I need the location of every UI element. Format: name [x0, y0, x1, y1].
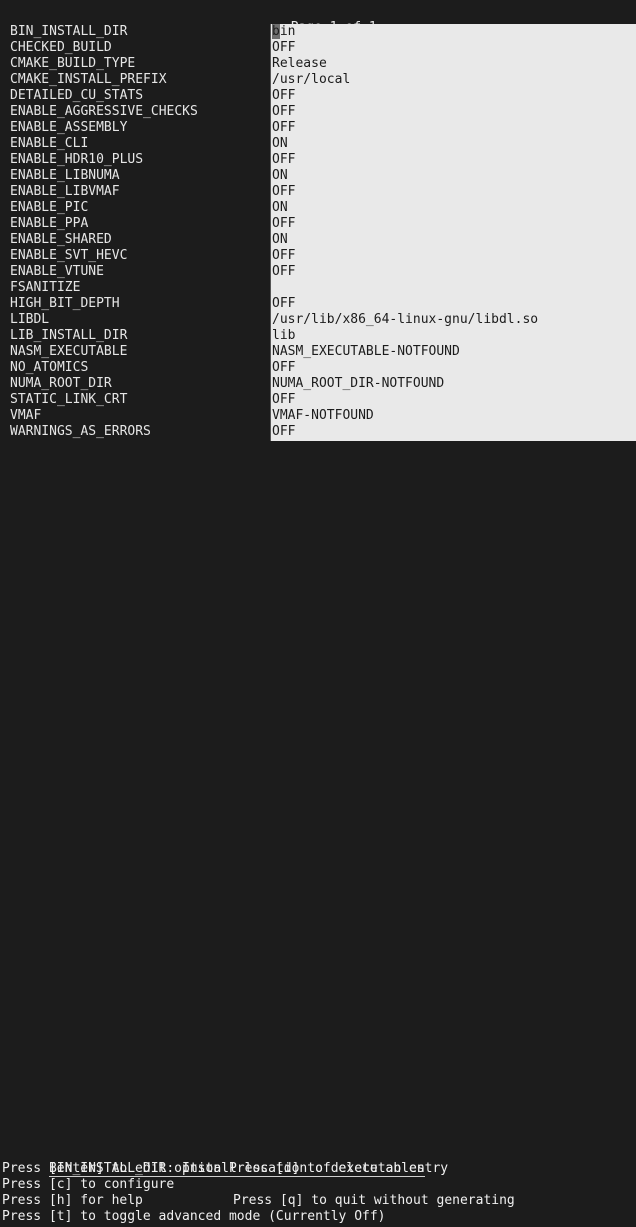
help-line: Press [c] to configure	[0, 1177, 636, 1193]
cache-entry-row[interactable]: WARNINGS_AS_ERRORS OFF	[0, 424, 636, 440]
cache-entry-name: FSANITIZE	[10, 280, 81, 295]
cache-rows: BIN_INSTALL_DIR bin CHECKED_BUILD OFF CMAKE_…	[0, 24, 636, 440]
cache-entry-name: LIBDL	[10, 312, 50, 327]
cache-entry-name: ENABLE_VTUNE	[10, 264, 104, 279]
cache-entry-value[interactable]: NASM_EXECUTABLE-NOTFOUND	[272, 344, 460, 360]
cache-entry-name: VMAF	[10, 408, 42, 423]
cache-entry-row[interactable]: STATIC_LINK_CRT OFF	[0, 392, 636, 408]
cache-entry-value[interactable]: OFF	[272, 264, 295, 280]
cache-entry-value-rest: in	[279, 24, 296, 39]
cache-entry-name: CMAKE_BUILD_TYPE	[10, 56, 136, 71]
cache-entry-row[interactable]: NO_ATOMICS OFF	[0, 360, 636, 376]
cache-entry-name: ENABLE_PPA	[10, 216, 89, 231]
help-line-left: Press [t] to toggle advanced mode (Curre…	[2, 1209, 386, 1224]
cache-entry-name: WARNINGS_AS_ERRORS	[10, 424, 151, 439]
cache-entry-name: ENABLE_ASSEMBLY	[10, 120, 128, 135]
cache-entry-list[interactable]: BIN_INSTALL_DIR bin CHECKED_BUILD OFF CMAKE_…	[0, 24, 636, 442]
cache-entry-name: STATIC_LINK_CRT	[10, 392, 128, 407]
cache-entry-row[interactable]: CMAKE_BUILD_TYPE Release	[0, 56, 636, 72]
cache-entry-value[interactable]: ON	[272, 168, 288, 184]
cache-entry-value[interactable]: lib	[272, 328, 295, 344]
status-line: BIN_INSTALL_DIR: Install location of exe…	[0, 1145, 636, 1177]
cache-entry-row[interactable]: CHECKED_BUILD OFF	[0, 40, 636, 56]
help-lines: Press [enter] to edit option Press [d] t…	[0, 1161, 636, 1225]
cache-entry-value[interactable]: OFF	[272, 424, 295, 440]
cache-entry-value[interactable]: OFF	[272, 120, 295, 136]
cache-entry-value[interactable]: OFF	[272, 360, 295, 376]
cache-entry-value[interactable]: OFF	[272, 152, 295, 168]
cache-entry-name: CMAKE_INSTALL_PREFIX	[10, 72, 167, 87]
cache-entry-name: ENABLE_LIBNUMA	[10, 168, 120, 183]
cache-entry-row[interactable]: ENABLE_CLI ON	[0, 136, 636, 152]
cache-entry-name: ENABLE_SHARED	[10, 232, 112, 247]
cache-entry-value[interactable]: /usr/local	[272, 72, 350, 88]
cache-entry-name: CHECKED_BUILD	[10, 40, 112, 55]
cache-entry-value[interactable]: bin	[272, 24, 295, 40]
cache-entry-row[interactable]: ENABLE_PIC ON	[0, 200, 636, 216]
cache-entry-row[interactable]: NASM_EXECUTABLE NASM_EXECUTABLE-NOTFOUND	[0, 344, 636, 360]
cache-entry-name: LIB_INSTALL_DIR	[10, 328, 128, 343]
help-line-left: Press [enter] to edit option Press [d] t…	[2, 1161, 449, 1176]
cache-entry-row[interactable]: ENABLE_LIBVMAF OFF	[0, 184, 636, 200]
cache-entry-name: ENABLE_CLI	[10, 136, 89, 151]
cache-entry-name: HIGH_BIT_DEPTH	[10, 296, 120, 311]
cache-entry-value[interactable]: ON	[272, 136, 288, 152]
cache-entry-row[interactable]: ENABLE_HDR10_PLUS OFF	[0, 152, 636, 168]
cache-entry-value[interactable]: ON	[272, 232, 288, 248]
cache-entry-row[interactable]: FSANITIZE	[0, 280, 636, 296]
cache-entry-row[interactable]: ENABLE_SHARED ON	[0, 232, 636, 248]
help-line: Press [t] to toggle advanced mode (Curre…	[0, 1209, 636, 1225]
cache-entry-value[interactable]: OFF	[272, 248, 295, 264]
ccmake-terminal: Page 1 of 1 BIN_INSTALL_DIRbinCHECKED_BU…	[0, 0, 636, 1227]
cache-entry-name: ENABLE_AGGRESSIVE_CHECKS	[10, 104, 198, 119]
cache-entry-row[interactable]: DETAILED_CU_STATS OFF	[0, 88, 636, 104]
help-line-right: Press [q] to quit without generating	[233, 1193, 515, 1208]
cache-entry-name: ENABLE_PIC	[10, 200, 89, 215]
bottom-panel: BIN_INSTALL_DIR: Install location of exe…	[0, 1145, 636, 1225]
cache-entry-value[interactable]: ON	[272, 200, 288, 216]
help-line: Press [h] for help Press [q] to quit with…	[0, 1193, 636, 1209]
cache-entry-row[interactable]: HIGH_BIT_DEPTH OFF	[0, 296, 636, 312]
cache-entry-row[interactable]: CMAKE_INSTALL_PREFIX/usr/local	[0, 72, 636, 88]
cache-entry-value[interactable]: /usr/lib/x86_64-linux-gnu/libdl.so	[272, 312, 538, 328]
cache-entry-value[interactable]: NUMA_ROOT_DIR-NOTFOUND	[272, 376, 444, 392]
cache-entry-value[interactable]: OFF	[272, 184, 295, 200]
cache-entry-name: NO_ATOMICS	[10, 360, 89, 375]
cache-entry-name: NUMA_ROOT_DIR	[10, 376, 112, 391]
cache-entry-value[interactable]: OFF	[272, 392, 295, 408]
cache-entry-row[interactable]: ENABLE_PPA OFF	[0, 216, 636, 232]
cache-entry-row[interactable]: LIBDL/usr/lib/x86_64-linux-gnu/libdl.so	[0, 312, 636, 328]
cache-entry-row[interactable]: NUMA_ROOT_DIR NUMA_ROOT_DIR-NOTFOUND	[0, 376, 636, 392]
cache-entry-row[interactable]: VMAF VMAF-NOTFOUND	[0, 408, 636, 424]
cache-entry-value[interactable]: OFF	[272, 88, 295, 104]
help-line: Press [enter] to edit option Press [d] t…	[0, 1161, 636, 1177]
cache-entry-value[interactable]: OFF	[272, 40, 295, 56]
cache-entry-row[interactable]: BIN_INSTALL_DIR bin	[0, 24, 636, 40]
cache-entry-row[interactable]: ENABLE_ASSEMBLY OFF	[0, 120, 636, 136]
cache-entry-value[interactable]: OFF	[272, 104, 295, 120]
help-line-left: Press [h] for help	[2, 1193, 143, 1208]
cache-entry-value[interactable]: VMAF-NOTFOUND	[272, 408, 374, 424]
cache-entry-name: ENABLE_LIBVMAF	[10, 184, 120, 199]
cache-entry-row[interactable]: LIB_INSTALL_DIR lib	[0, 328, 636, 344]
cache-entry-value[interactable]: OFF	[272, 216, 295, 232]
cache-entry-row[interactable]: ENABLE_SVT_HEVC OFF	[0, 248, 636, 264]
cache-entry-value[interactable]: Release	[272, 56, 327, 72]
cache-entry-value[interactable]: OFF	[272, 296, 295, 312]
cache-entry-name: ENABLE_HDR10_PLUS	[10, 152, 144, 167]
header-bar: Page 1 of 1	[0, 4, 636, 35]
cache-entry-row[interactable]: ENABLE_LIBNUMA ON	[0, 168, 636, 184]
cache-entry-name: NASM_EXECUTABLE	[10, 344, 128, 359]
cache-entry-name: BIN_INSTALL_DIR	[10, 24, 128, 39]
cache-entry-row[interactable]: ENABLE_VTUNE OFF	[0, 264, 636, 280]
help-line-left: Press [c] to configure	[2, 1177, 175, 1192]
cache-entry-row[interactable]: ENABLE_AGGRESSIVE_CHECKS OFF	[0, 104, 636, 120]
cache-entry-name: ENABLE_SVT_HEVC	[10, 248, 128, 263]
cursor-cell: b	[272, 24, 280, 39]
cache-entry-name: DETAILED_CU_STATS	[10, 88, 144, 103]
